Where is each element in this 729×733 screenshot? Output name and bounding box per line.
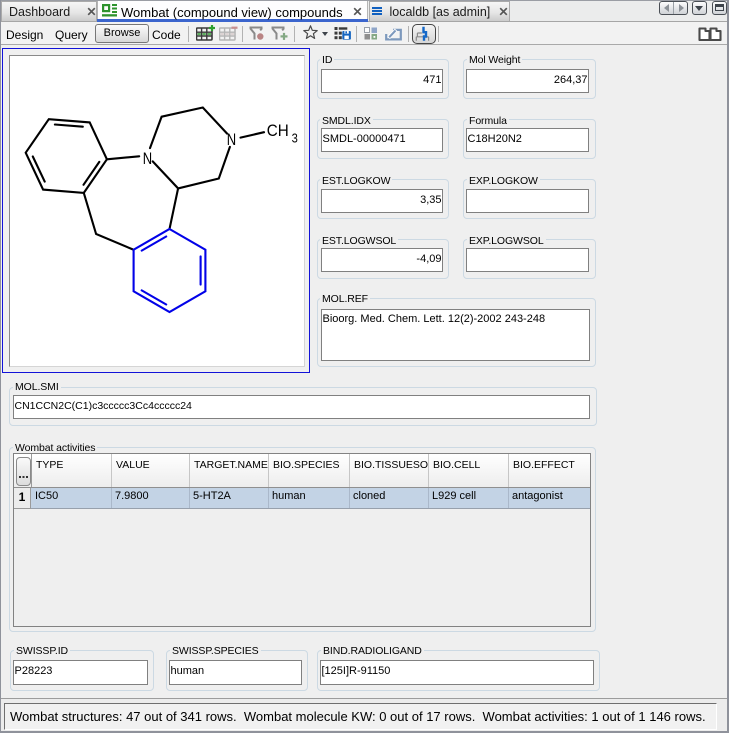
svg-text:CH: CH	[267, 122, 289, 140]
svg-text:N: N	[143, 150, 152, 168]
svg-text:3: 3	[292, 131, 298, 145]
svg-text:N: N	[227, 131, 236, 149]
